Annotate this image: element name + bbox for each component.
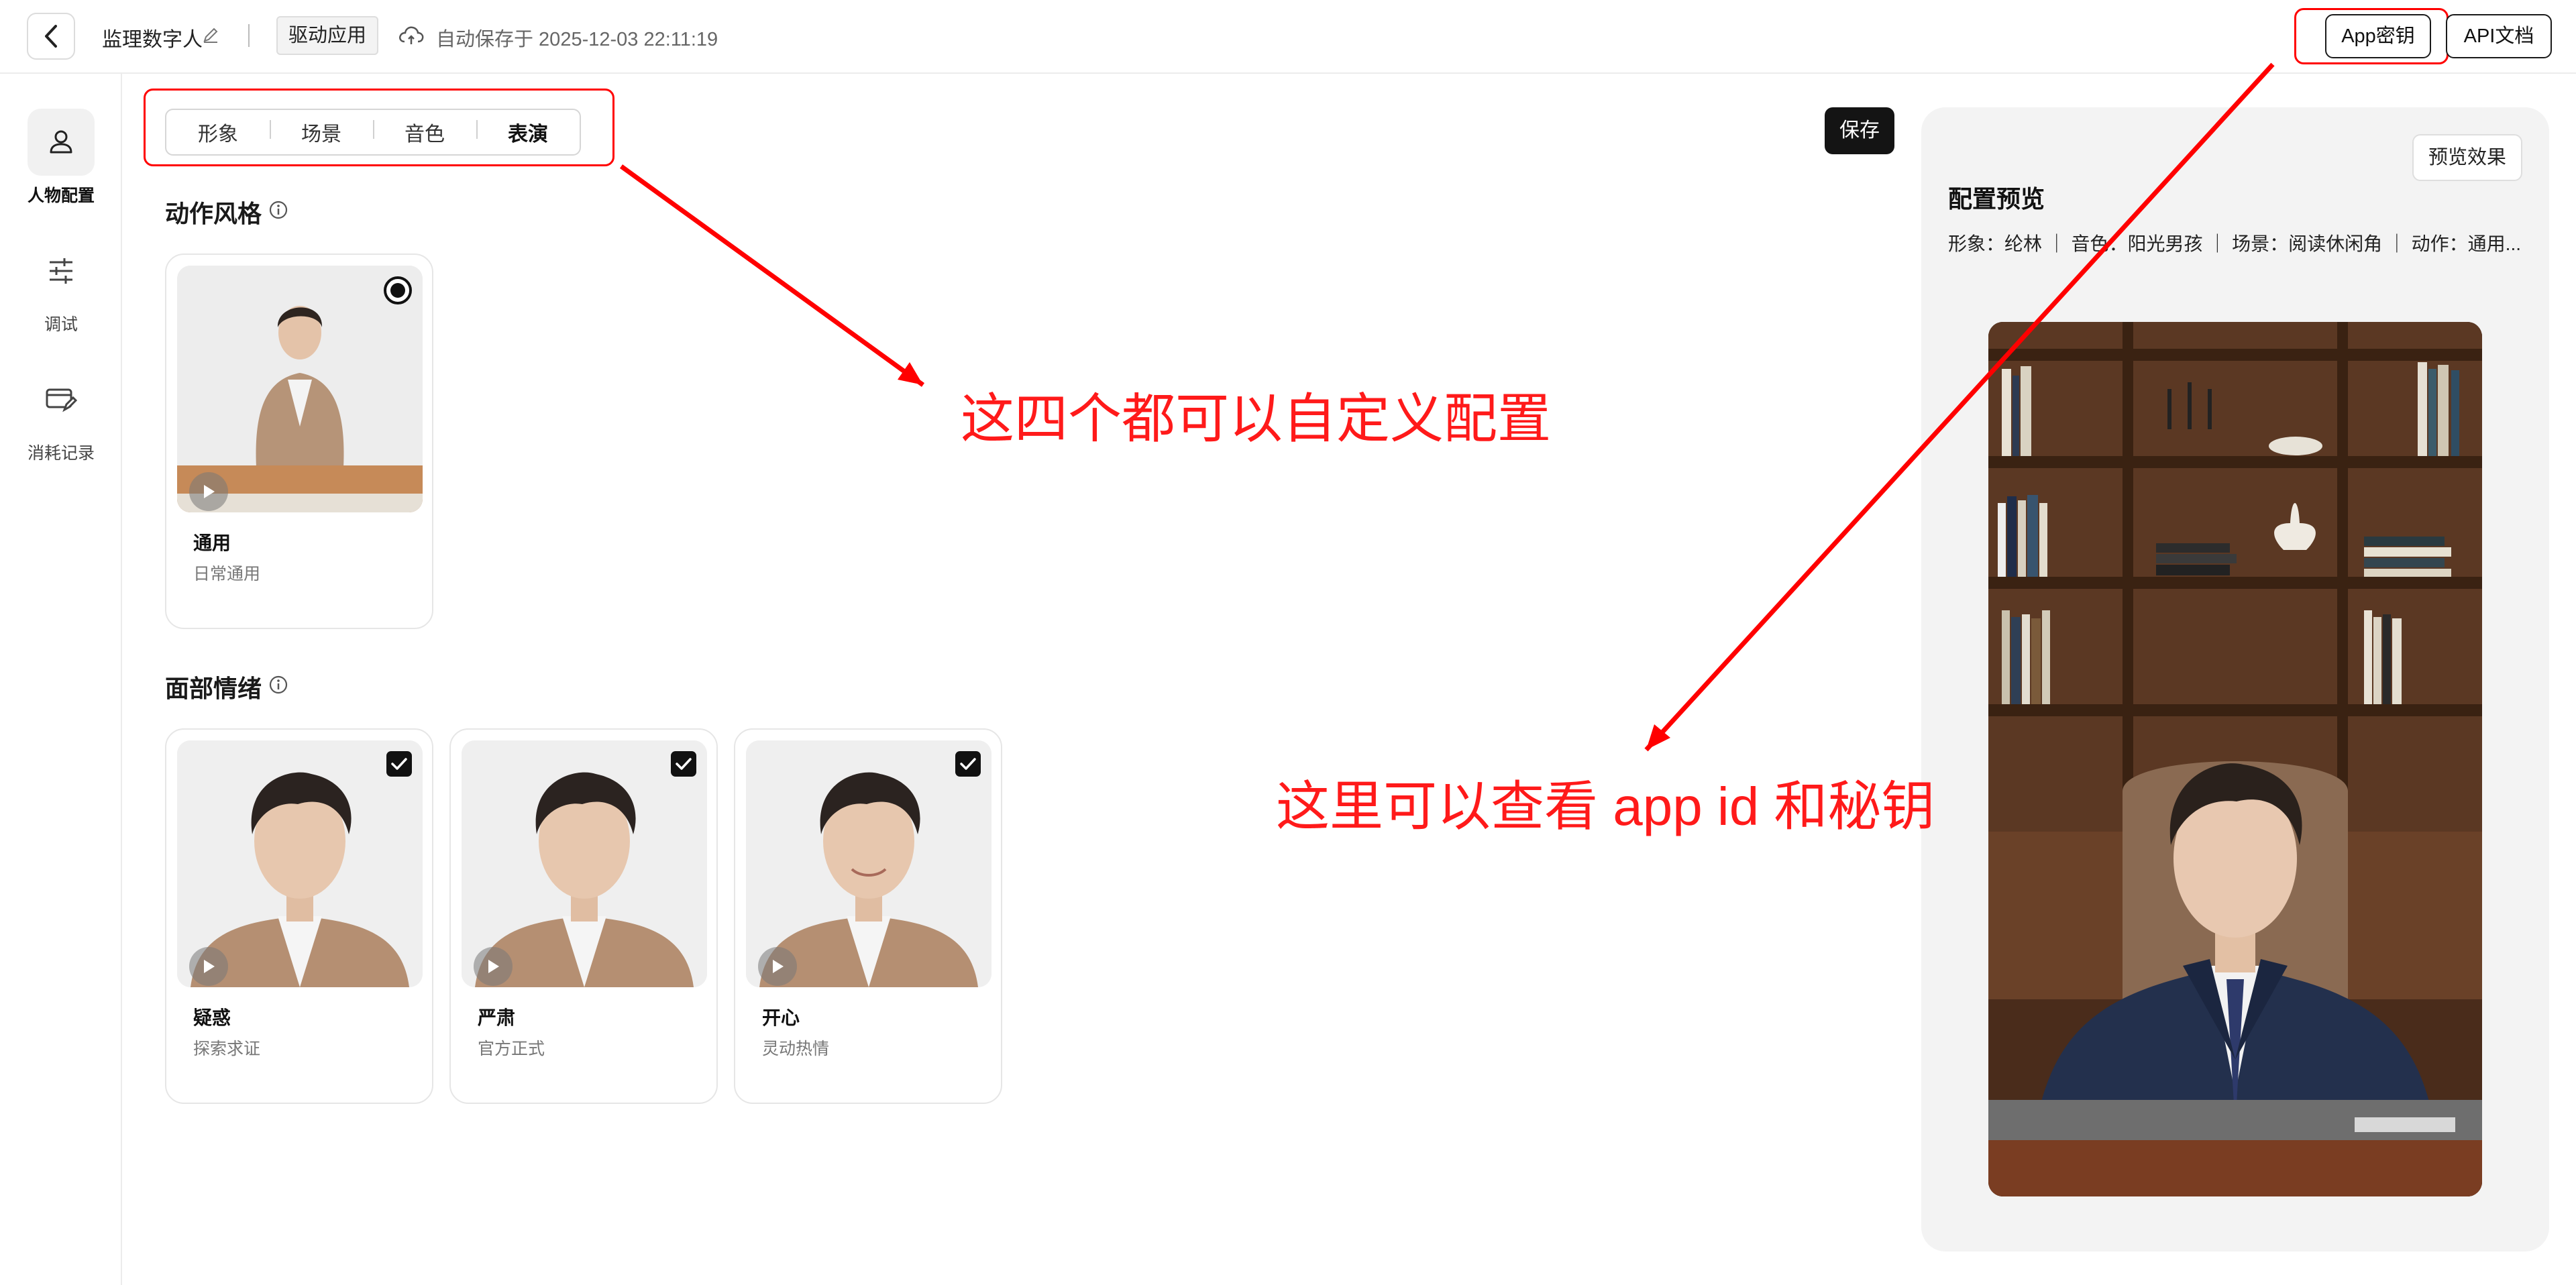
arrow-to-appkey-note bbox=[1644, 62, 2275, 752]
annotation-arrows bbox=[619, 62, 2275, 752]
annotation-appkey-note: 这里可以查看 app id 和秘钥 bbox=[1276, 777, 1935, 836]
arrow-to-tabs-note bbox=[619, 164, 925, 387]
annotation-tabs-note: 这四个都可以自定义配置 bbox=[961, 389, 1551, 449]
arrow-head bbox=[898, 362, 923, 385]
